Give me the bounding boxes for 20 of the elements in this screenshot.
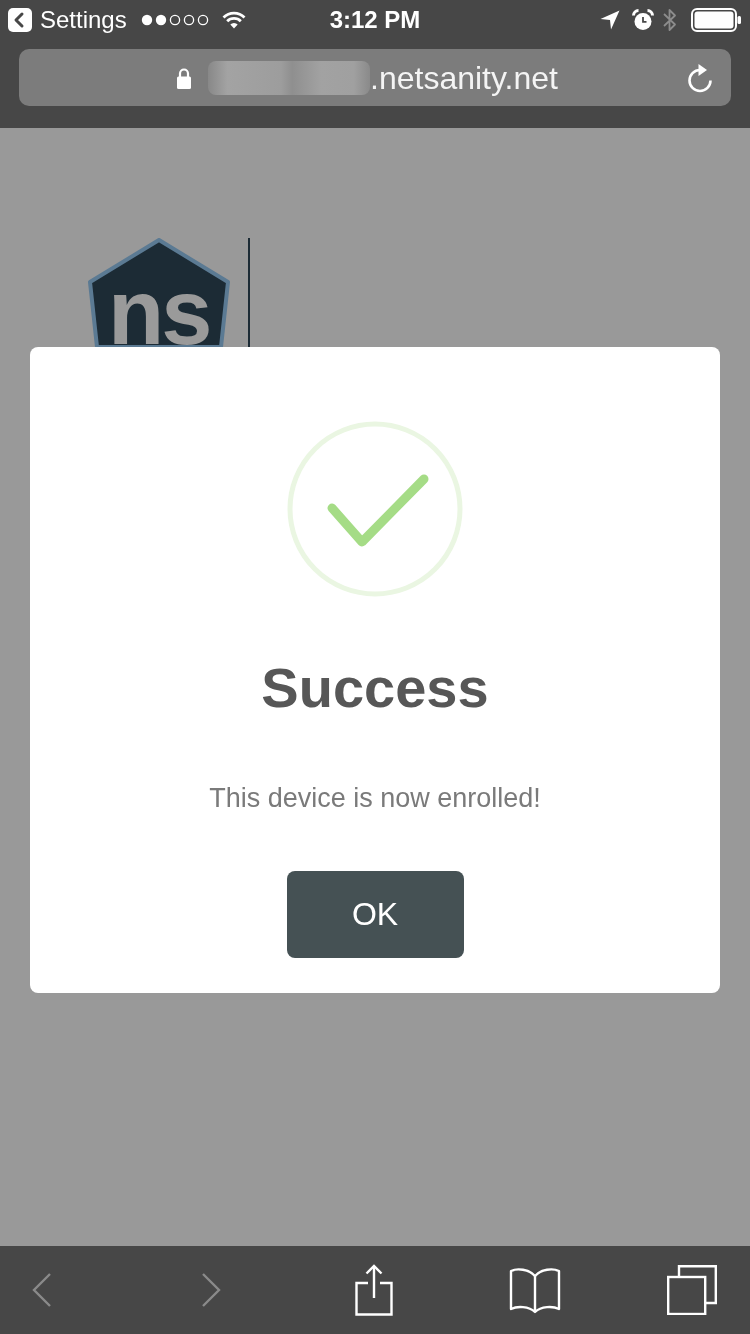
dialog-message: This device is now enrolled! <box>209 782 541 815</box>
battery-icon <box>691 8 741 32</box>
wifi-icon <box>221 11 246 29</box>
back-icon <box>8 8 32 32</box>
share-icon[interactable] <box>355 1264 393 1316</box>
dialog-title: Success <box>261 656 489 720</box>
back-link[interactable]: Settings <box>8 6 127 34</box>
status-time: 3:12 PM <box>329 6 421 34</box>
book-icon[interactable] <box>509 1266 561 1314</box>
reload-icon[interactable] <box>686 62 714 93</box>
tabs-icon[interactable] <box>667 1265 717 1315</box>
success-check-icon <box>287 421 463 597</box>
url-text: .netsanity.net <box>370 59 558 96</box>
signal-strength-icon <box>140 14 209 26</box>
alarm-clock-icon <box>632 9 654 31</box>
lock-icon <box>176 66 192 89</box>
address-bar[interactable]: .netsanity.net <box>19 49 731 106</box>
location-arrow-icon <box>600 10 620 30</box>
ok-button[interactable]: OK <box>286 871 464 958</box>
logo-monogram: ns <box>108 277 210 347</box>
